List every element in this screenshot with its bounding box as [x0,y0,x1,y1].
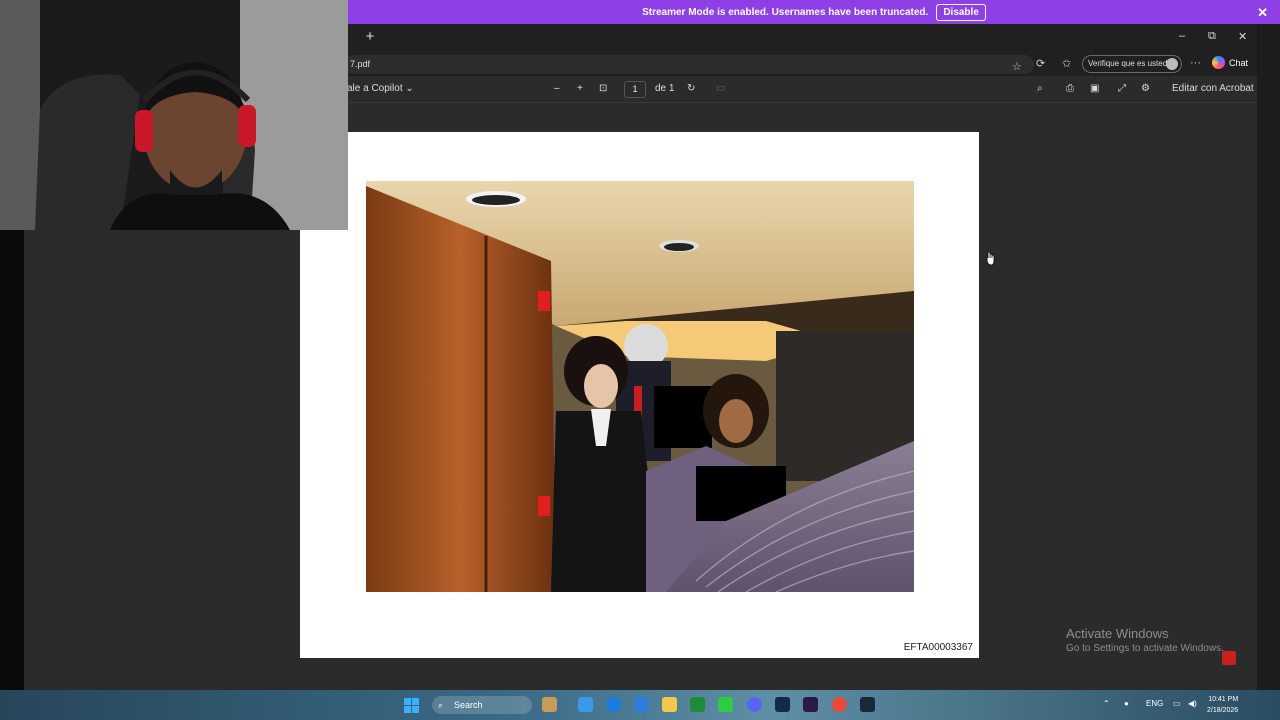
streamer-mode-banner: Streamer Mode is enabled. Usernames have… [348,0,1280,24]
copilot-taskbar-icon[interactable] [578,697,593,712]
close-icon[interactable]: ✕ [1257,5,1268,21]
star-icon[interactable]: ☆ [1012,58,1022,77]
network-icon[interactable]: ▭ [1173,699,1181,708]
webcam-overlay [0,0,348,230]
disable-button[interactable]: Disable [936,3,986,21]
page-number-input[interactable]: 1 [624,81,646,98]
zoom-in-button[interactable]: + [577,83,583,94]
new-tab-button[interactable]: + [362,28,378,46]
copilot-icon [1212,56,1225,69]
file-explorer-icon[interactable] [662,697,677,712]
more-menu-button[interactable]: ··· [1190,57,1201,69]
restore-button[interactable]: ⧉ [1208,30,1216,43]
edit-acrobat-button[interactable]: Editar con Acrobat [1172,83,1254,94]
minimize-button[interactable]: – [1179,30,1185,42]
mouse-cursor-icon [986,252,995,266]
chevron-down-icon: ⌄ [405,83,414,94]
url-input[interactable]: 7.pdf ☆ [344,55,1034,74]
store-icon[interactable] [634,697,649,712]
save-icon[interactable]: ▣ [1090,83,1099,94]
gear-icon[interactable]: ⚙ [1141,83,1150,94]
document-photo [366,181,914,592]
photo-illustration [366,181,914,592]
chrome-icon[interactable] [832,697,847,712]
copilot-chat-button[interactable]: Chat [1212,56,1248,69]
activate-subtitle: Go to Settings to activate Windows. [1066,643,1224,654]
webcam-illustration [0,0,348,230]
zoom-out-button[interactable]: – [554,83,560,94]
pdf-page: EFTA00003367 [300,132,979,658]
document-id: EFTA00003367 [903,642,973,653]
close-window-button[interactable]: ✕ [1238,30,1247,43]
volume-icon[interactable]: ◀) [1188,699,1197,708]
taskbar: ⌕ Search ⌃ ● ENG ▭ ◀) 10:41 PM 2/18/2026 [0,690,1280,720]
search-icon[interactable]: ⌕ [1037,83,1043,94]
screen: + – ⧉ ✕ 7.pdf ☆ ⟳ ✩ Verifique que es ust… [0,0,1280,720]
print-icon[interactable]: ⎙ [1066,83,1074,94]
page-view-icon[interactable]: ▭ [716,83,725,94]
banner-message: Streamer Mode is enabled. Usernames have… [642,6,929,18]
taskbar-search[interactable]: ⌕ Search [432,696,532,714]
verify-profile-button[interactable]: Verifique que es usted [1082,55,1182,73]
acrobat-tray-icon[interactable] [1222,651,1236,665]
chat-label: Chat [1229,57,1249,68]
photoshop-icon[interactable] [775,697,790,712]
steam-icon[interactable] [860,697,875,712]
fit-page-icon[interactable]: ⊡ [599,83,607,94]
widget-icon[interactable] [542,697,557,712]
activate-windows-watermark: Activate Windows Go to Settings to activ… [1066,626,1224,654]
microphone-icon[interactable]: ● [1124,699,1129,708]
url-text: 7.pdf [350,59,371,69]
clock-time: 10:41 PM [1208,696,1239,703]
language-indicator[interactable]: ENG [1146,699,1163,708]
edge-icon[interactable] [606,697,621,712]
expand-icon[interactable]: ⤢ [1118,83,1126,94]
avatar [1166,58,1178,70]
verify-label: Verifique que es usted [1088,59,1168,68]
clock-date: 2/18/2026 [1207,707,1239,714]
copilot-dropdown[interactable]: ale a Copilot ⌄ [347,83,414,94]
copilot-dropdown-label: ale a Copilot [347,83,403,94]
taskbar-clock[interactable]: 10:41 PM 2/18/2026 [1207,694,1238,716]
rotate-icon[interactable]: ↻ [687,83,695,94]
tray-overflow-icon[interactable]: ⌃ [1103,699,1110,708]
activate-title: Activate Windows [1066,626,1169,641]
favorites-icon[interactable]: ✩ [1062,57,1071,70]
discord-icon[interactable] [747,697,762,712]
windows-start-icon[interactable] [404,698,419,713]
xbox-icon[interactable] [718,697,733,712]
refresh-icon[interactable]: ⟳ [1036,57,1045,70]
taskbar-search-label: Search [454,700,483,710]
page-total: de 1 [655,83,675,94]
excel-icon[interactable] [690,697,705,712]
search-icon: ⌕ [438,700,444,710]
premiere-icon[interactable] [803,697,818,712]
